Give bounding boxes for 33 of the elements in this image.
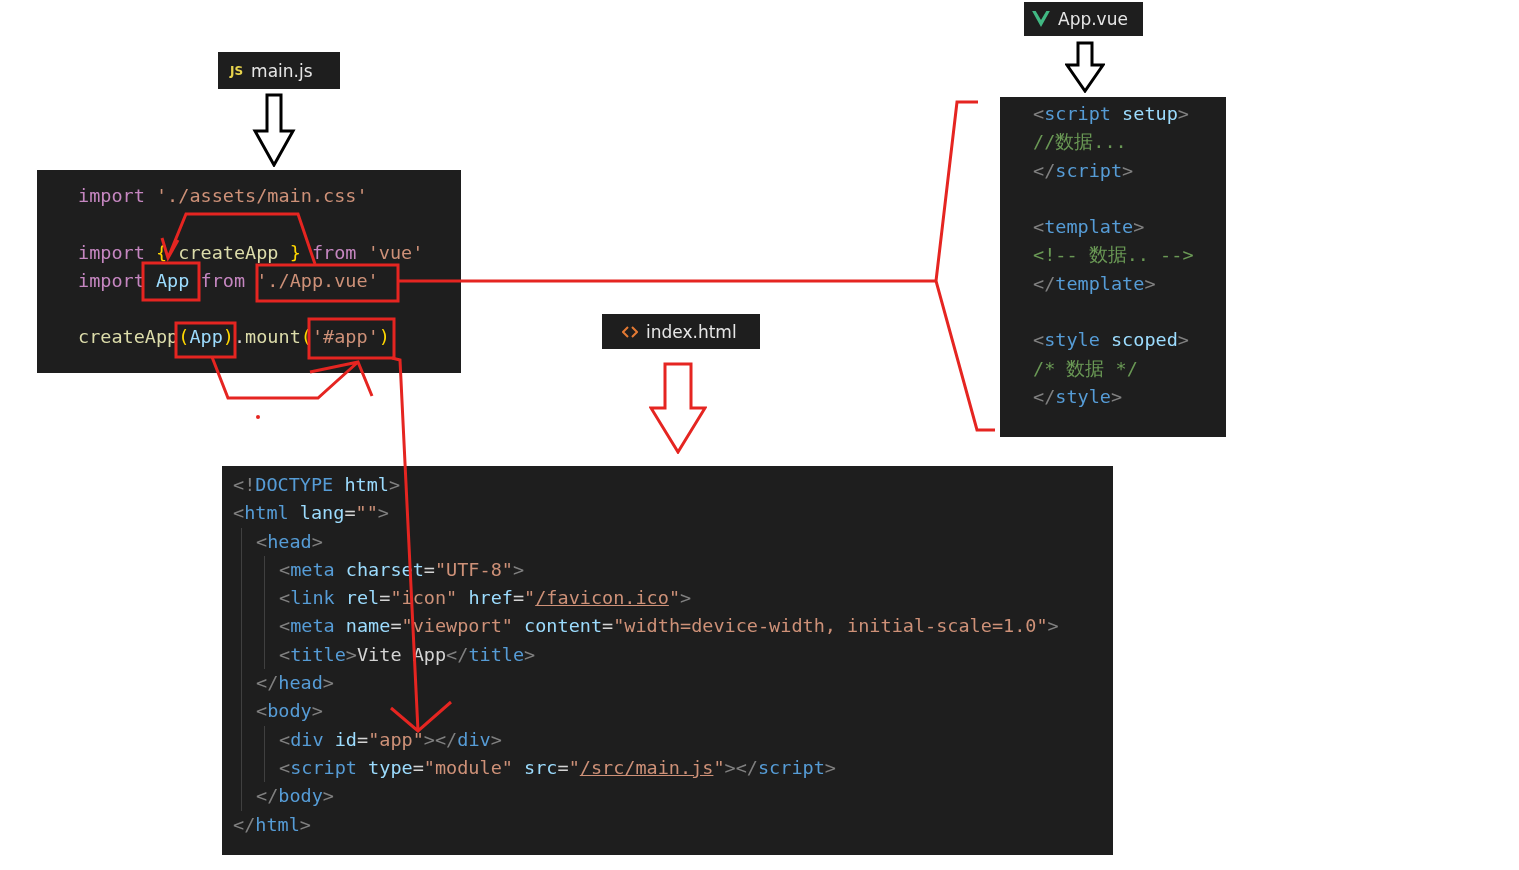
code-line: </body> <box>256 785 334 807</box>
code-icon <box>622 325 638 338</box>
vue-logo-icon <box>1032 11 1050 27</box>
marker-dot <box>256 415 260 419</box>
js-icon: JS <box>230 63 244 78</box>
code-line: <!DOCTYPE html> <box>233 474 401 495</box>
code-line: <!-- 数据.. --> <box>1033 244 1194 266</box>
code-line: <div id="app"></div> <box>279 728 502 750</box>
code-line: import './assets/main.css' <box>78 185 368 206</box>
file-tab[interactable]: index.html <box>602 314 760 349</box>
tab-label: index.html <box>646 321 737 342</box>
code-line: /* 数据 */ <box>1033 357 1138 379</box>
code-line: //数据... <box>1033 131 1127 153</box>
down-arrow-icon <box>252 93 296 167</box>
file-tab[interactable]: JS main.js <box>218 52 340 89</box>
code-line: <template> <box>1033 216 1145 238</box>
down-arrow-icon <box>649 362 707 454</box>
code-line: createApp(App).mount('#app') <box>78 326 390 348</box>
code-line: </html> <box>233 813 311 835</box>
tab-label: main.js <box>251 60 313 81</box>
code-line: <script setup> <box>1033 103 1189 124</box>
code-line: </template> <box>1033 272 1156 294</box>
code-line: <body> <box>256 700 323 722</box>
tab-label: App.vue <box>1058 9 1128 29</box>
file-tab[interactable]: App.vue <box>1024 2 1143 36</box>
code-line: <html lang=""> <box>233 502 389 524</box>
code-line: </head> <box>256 672 334 694</box>
code-line: <head> <box>256 530 323 552</box>
down-arrow-icon <box>1065 41 1105 93</box>
code-line: </script> <box>1033 159 1134 181</box>
code-line: </style> <box>1033 385 1123 407</box>
code-line: <script type="module" src="/src/main.js"></script> <box>279 756 836 778</box>
code-line: <style scoped> <box>1033 329 1189 351</box>
